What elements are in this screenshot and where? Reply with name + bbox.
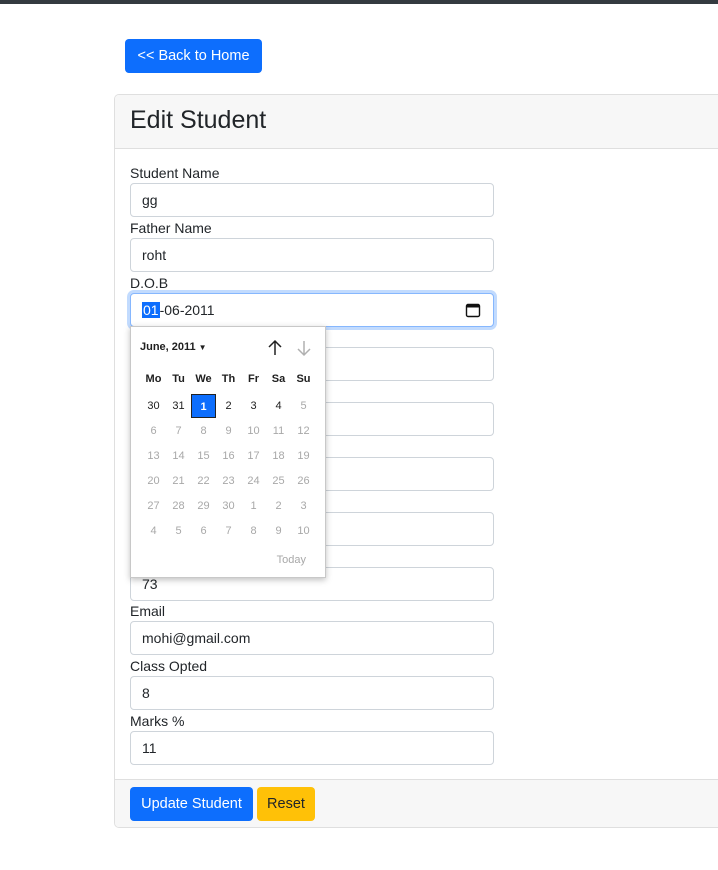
date-picker-popup: June, 2011 ▼ Today Mo Tu We Th Fr Sa Su 30 31 1 2 3… bbox=[130, 326, 326, 578]
student-name-input[interactable]: gg bbox=[130, 183, 494, 217]
calendar-day[interactable]: 7 bbox=[216, 519, 241, 543]
calendar-day[interactable]: 14 bbox=[166, 444, 191, 468]
calendar-icon[interactable] bbox=[465, 302, 481, 318]
calendar-day-selected[interactable]: 1 bbox=[191, 394, 216, 418]
calendar-day[interactable]: 23 bbox=[216, 469, 241, 493]
next-month-arrow-icon[interactable] bbox=[296, 339, 312, 357]
marks-label: Marks % bbox=[130, 713, 185, 729]
weekday-header: Mo bbox=[145, 373, 162, 385]
calendar-day[interactable]: 26 bbox=[291, 469, 316, 493]
calendar-day[interactable]: 8 bbox=[191, 419, 216, 443]
father-name-label: Father Name bbox=[130, 220, 212, 236]
calendar-day[interactable]: 1 bbox=[241, 494, 266, 518]
calendar-day[interactable]: 7 bbox=[166, 419, 191, 443]
update-student-button[interactable]: Update Student bbox=[130, 787, 253, 821]
weekday-header: We bbox=[195, 373, 212, 385]
calendar-day[interactable]: 17 bbox=[241, 444, 266, 468]
month-year-label: June, 2011 bbox=[140, 341, 196, 353]
father-name-value: roht bbox=[142, 247, 167, 263]
weekday-header: Sa bbox=[271, 373, 286, 385]
calendar-day[interactable]: 21 bbox=[166, 469, 191, 493]
calendar-day[interactable]: 5 bbox=[291, 394, 316, 418]
page-title: Edit Student bbox=[130, 106, 267, 134]
calendar-day[interactable]: 19 bbox=[291, 444, 316, 468]
class-opted-label: Class Opted bbox=[130, 658, 208, 674]
back-to-home-button[interactable]: << Back to Home bbox=[125, 39, 262, 73]
dob-label: D.O.B bbox=[130, 275, 169, 291]
calendar-day[interactable]: 25 bbox=[266, 469, 291, 493]
weekday-header: Su bbox=[296, 373, 311, 385]
weekday-header: Fr bbox=[248, 373, 259, 385]
calendar-day[interactable]: 18 bbox=[266, 444, 291, 468]
calendar-day[interactable]: 4 bbox=[141, 519, 166, 543]
month-year-selector[interactable]: June, 2011 ▼ bbox=[140, 341, 207, 353]
calendar-day[interactable]: 9 bbox=[266, 519, 291, 543]
marks-input[interactable]: 11 bbox=[130, 731, 494, 765]
calendar-day[interactable]: 4 bbox=[266, 394, 291, 418]
class-opted-input[interactable]: 8 bbox=[130, 676, 494, 710]
reset-button[interactable]: Reset bbox=[257, 787, 315, 821]
calendar-day[interactable]: 11 bbox=[266, 419, 291, 443]
class-opted-value: 8 bbox=[142, 685, 150, 701]
email-label: Email bbox=[130, 603, 166, 619]
previous-month-arrow-icon[interactable] bbox=[267, 339, 283, 357]
calendar-day[interactable]: 30 bbox=[141, 394, 166, 418]
marks-value: 11 bbox=[142, 740, 157, 756]
calendar-day[interactable]: 13 bbox=[141, 444, 166, 468]
calendar-day[interactable]: 6 bbox=[141, 419, 166, 443]
dob-rest-value: -06-2011 bbox=[159, 302, 215, 318]
calendar-day[interactable]: 2 bbox=[266, 494, 291, 518]
calendar-day[interactable]: 10 bbox=[291, 519, 316, 543]
calendar-day[interactable]: 24 bbox=[241, 469, 266, 493]
weekday-header: Tu bbox=[172, 373, 185, 385]
calendar-day[interactable]: 5 bbox=[166, 519, 191, 543]
caret-down-icon: ▼ bbox=[198, 342, 207, 352]
card-header: Edit Student bbox=[115, 95, 718, 149]
dob-input[interactable]: 01 -06-2011 bbox=[130, 293, 494, 327]
calendar-day[interactable]: 3 bbox=[291, 494, 316, 518]
calendar-day[interactable]: 29 bbox=[191, 494, 216, 518]
dob-day-segment[interactable]: 01 bbox=[142, 302, 160, 318]
email-input[interactable]: mohi@gmail.com bbox=[130, 621, 494, 655]
calendar-day[interactable]: 9 bbox=[216, 419, 241, 443]
calendar-day[interactable]: 6 bbox=[191, 519, 216, 543]
top-bar bbox=[0, 0, 718, 4]
email-value: mohi@gmail.com bbox=[142, 630, 251, 646]
weekday-header: Th bbox=[221, 373, 236, 385]
today-button[interactable]: Today bbox=[277, 554, 306, 566]
calendar-day[interactable]: 27 bbox=[141, 494, 166, 518]
calendar-day[interactable]: 15 bbox=[191, 444, 216, 468]
calendar-day[interactable]: 8 bbox=[241, 519, 266, 543]
calendar-day[interactable]: 2 bbox=[216, 394, 241, 418]
roll-number-value: 73 bbox=[142, 576, 158, 592]
student-name-value: gg bbox=[142, 192, 158, 208]
calendar-day[interactable]: 30 bbox=[216, 494, 241, 518]
father-name-input[interactable]: roht bbox=[130, 238, 494, 272]
calendar-day[interactable]: 16 bbox=[216, 444, 241, 468]
calendar-day[interactable]: 28 bbox=[166, 494, 191, 518]
calendar-day[interactable]: 12 bbox=[291, 419, 316, 443]
student-name-label: Student Name bbox=[130, 165, 220, 181]
calendar-day[interactable]: 3 bbox=[241, 394, 266, 418]
calendar-day[interactable]: 22 bbox=[191, 469, 216, 493]
calendar-day[interactable]: 31 bbox=[166, 394, 191, 418]
calendar-day[interactable]: 20 bbox=[141, 469, 166, 493]
calendar-day[interactable]: 10 bbox=[241, 419, 266, 443]
